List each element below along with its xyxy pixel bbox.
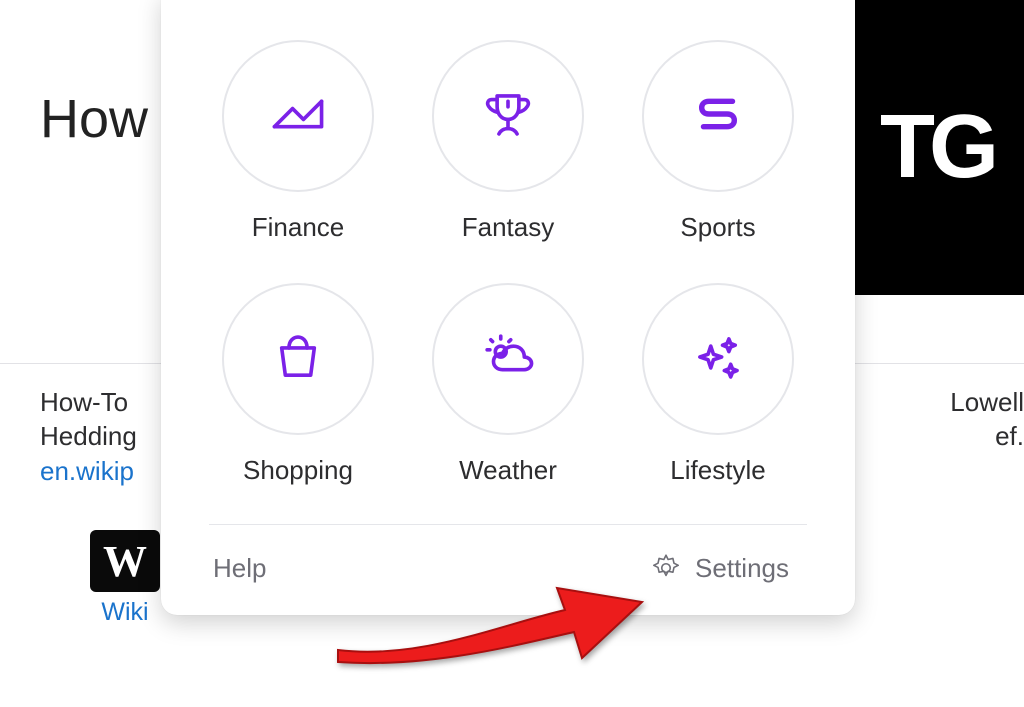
apps-dropdown-panel: Finance Fantasy <box>161 0 855 615</box>
app-tile-circle <box>642 40 794 192</box>
app-tile-circle <box>642 283 794 435</box>
sparkles-icon <box>689 328 747 391</box>
settings-link[interactable]: Settings <box>649 551 789 585</box>
app-tile-shopping[interactable]: Shopping <box>203 283 393 486</box>
app-tile-label: Shopping <box>243 455 353 486</box>
apps-grid: Finance Fantasy <box>181 22 835 516</box>
wikipedia-icon: W <box>90 530 160 592</box>
app-tile-lifestyle[interactable]: Lifestyle <box>623 283 813 486</box>
snippet-source-link[interactable]: en.wikip <box>40 456 134 486</box>
app-tile-label: Finance <box>252 212 345 243</box>
s-mark-icon <box>689 85 747 148</box>
help-link[interactable]: Help <box>213 553 266 584</box>
wikipedia-card[interactable]: W Wiki <box>90 530 160 627</box>
knowledge-panel-logo: TG <box>849 0 1024 295</box>
snippet-text: How-To Hedding en.wikip <box>40 385 137 488</box>
app-tile-circle <box>222 40 374 192</box>
app-tile-sports[interactable]: Sports <box>623 40 813 243</box>
app-tile-fantasy[interactable]: Fantasy <box>413 40 603 243</box>
app-tile-circle <box>432 283 584 435</box>
app-tile-circle <box>222 283 374 435</box>
app-tile-label: Lifestyle <box>670 455 765 486</box>
app-tile-circle <box>432 40 584 192</box>
app-tile-weather[interactable]: Weather <box>413 283 603 486</box>
trophy-icon <box>479 85 537 148</box>
logo-text: TG <box>880 96 993 199</box>
app-tile-finance[interactable]: Finance <box>203 40 393 243</box>
app-tile-label: Weather <box>459 455 557 486</box>
snippet-text-right: Lowell ef. <box>943 385 1024 454</box>
gear-icon <box>649 551 683 585</box>
app-tile-label: Sports <box>680 212 755 243</box>
app-tile-label: Fantasy <box>462 212 555 243</box>
settings-label: Settings <box>695 553 789 584</box>
panel-footer: Help Settings <box>181 525 835 593</box>
page-title: How <box>40 88 148 150</box>
line-chart-icon <box>269 85 327 148</box>
shopping-bag-icon <box>269 328 327 391</box>
snippet-line-2: Hedding <box>40 421 137 451</box>
snippet-line-1: How-To <box>40 387 128 417</box>
wikipedia-label: Wiki <box>90 598 160 627</box>
weather-icon <box>479 328 537 391</box>
